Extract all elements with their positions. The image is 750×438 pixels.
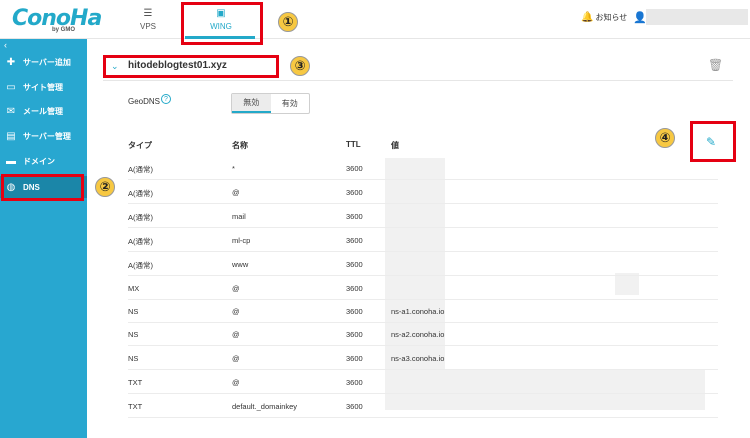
site-icon: ▭	[6, 81, 16, 93]
table-row[interactable]: NS @ 3600 ns-a3.conoha.io	[128, 346, 718, 370]
geodns-label: GeoDNS	[128, 97, 161, 106]
sidebar: ‹ ✚ サーバー追加 ▭ サイト管理 ✉ メール管理 ▤ サーバー管理 ▬ ドメ…	[0, 39, 87, 438]
cell-ttl: 3600	[346, 307, 363, 316]
table-row[interactable]: A(通常) * 3600	[128, 156, 718, 180]
table-row[interactable]: TXT default._domainkey 3600	[128, 394, 718, 418]
cell-name: @	[232, 188, 240, 197]
table-row[interactable]: A(通常) www 3600	[128, 252, 718, 276]
cell-ttl: 3600	[346, 164, 363, 173]
sidebar-item-label: サイト管理	[23, 82, 63, 92]
cell-name: @	[232, 284, 240, 293]
cell-type: TXT	[128, 378, 143, 387]
table-row[interactable]: A(通常) @ 3600	[128, 180, 718, 204]
highlight-domain	[103, 55, 279, 78]
sidebar-item-label: サーバー管理	[23, 131, 71, 141]
cell-type: NS	[128, 307, 139, 316]
cell-ttl: 3600	[346, 330, 363, 339]
step-badge-2: ②	[95, 177, 115, 197]
cell-ttl: 3600	[346, 260, 363, 269]
cell-value: ns-a2.conoha.io	[391, 330, 445, 339]
tab-vps[interactable]: ☰ VPS	[128, 0, 168, 39]
sidebar-item-label: メール管理	[23, 106, 63, 116]
pencil-icon[interactable]: ✎	[706, 135, 716, 149]
highlight-wing-tab	[181, 2, 263, 45]
user-name-redacted[interactable]	[646, 9, 748, 25]
cell-type: A(通常)	[128, 237, 153, 246]
cell-ttl: 3600	[346, 378, 363, 387]
cell-ttl: 3600	[346, 402, 363, 411]
cell-value: ns-a3.conoha.io	[391, 354, 445, 363]
sidebar-item-server-management[interactable]: ▤ サーバー管理	[0, 125, 87, 147]
column-header-ttl: TTL	[346, 140, 361, 149]
cell-ttl: 3600	[346, 212, 363, 221]
server-icon: ☰	[143, 8, 153, 19]
column-header-value: 値	[391, 141, 399, 150]
cell-name: www	[232, 260, 249, 269]
mail-icon: ✉	[6, 105, 16, 117]
step-badge-3: ③	[290, 56, 310, 76]
cell-type: A(通常)	[128, 213, 153, 222]
cell-name: *	[232, 164, 235, 173]
cell-name: @	[232, 330, 240, 339]
geodns-option-disabled[interactable]: 無効	[232, 94, 271, 113]
step-badge-4: ④	[655, 128, 675, 148]
sidebar-item-add-server[interactable]: ✚ サーバー追加	[0, 51, 87, 73]
help-icon[interactable]: ?	[161, 94, 171, 104]
server-manage-icon: ▤	[6, 130, 16, 142]
table-row[interactable]: A(通常) ml-cp 3600	[128, 228, 718, 252]
cell-type: TXT	[128, 402, 143, 411]
cell-type: A(通常)	[128, 261, 153, 270]
table-row[interactable]: NS @ 3600 ns-a1.conoha.io	[128, 299, 718, 323]
cell-value: ns-a1.conoha.io	[391, 307, 445, 316]
plus-icon: ✚	[6, 56, 16, 68]
user-icon[interactable]: 👤	[633, 11, 647, 24]
logo-subtext: by GMO	[52, 27, 76, 33]
geodns-toggle[interactable]: 無効 有効	[231, 93, 310, 114]
domain-icon: ▬	[6, 155, 16, 167]
cell-name: mail	[232, 212, 246, 221]
sidebar-item-site-management[interactable]: ▭ サイト管理	[0, 76, 87, 98]
cell-name: @	[232, 354, 240, 363]
sidebar-item-domain[interactable]: ▬ ドメイン	[0, 150, 87, 172]
cell-type: NS	[128, 354, 139, 363]
column-header-type: タイプ	[128, 141, 152, 150]
top-header: ConoHa by GMO ☰ VPS ▣ WING 🔔 お知らせ 👤	[0, 0, 750, 39]
cell-ttl: 3600	[346, 284, 363, 293]
trash-icon[interactable]: 🗑	[708, 58, 723, 72]
table-row[interactable]: NS @ 3600 ns-a2.conoha.io	[128, 322, 718, 346]
cell-ttl: 3600	[346, 236, 363, 245]
conoha-logo[interactable]: ConoHa by GMO	[12, 6, 102, 36]
table-row[interactable]: MX @ 3600	[128, 276, 718, 300]
cell-type: NS	[128, 330, 139, 339]
step-badge-1: ①	[278, 12, 298, 32]
cell-type: A(通常)	[128, 189, 153, 198]
cell-name: default._domainkey	[232, 402, 298, 411]
sidebar-item-label: サーバー追加	[23, 57, 71, 67]
cell-name: @	[232, 378, 240, 387]
collapse-sidebar-icon[interactable]: ‹	[4, 40, 7, 50]
sidebar-item-mail-management[interactable]: ✉ メール管理	[0, 100, 87, 122]
cell-type: MX	[128, 284, 140, 293]
table-row[interactable]: TXT @ 3600	[128, 370, 718, 394]
column-header-name: 名称	[232, 141, 248, 150]
geodns-option-enabled[interactable]: 有効	[271, 94, 310, 113]
table-row[interactable]: A(通常) mail 3600	[128, 204, 718, 228]
cell-ttl: 3600	[346, 354, 363, 363]
notifications-link[interactable]: 🔔 お知らせ	[581, 12, 627, 23]
cell-name: @	[232, 307, 240, 316]
divider	[103, 80, 733, 81]
tab-vps-label: VPS	[139, 22, 156, 31]
sidebar-item-label: ドメイン	[23, 156, 55, 166]
cell-type: A(通常)	[128, 165, 153, 174]
bell-icon: 🔔	[581, 12, 594, 23]
cell-name: ml-cp	[232, 236, 251, 245]
highlight-dns-item	[1, 174, 84, 201]
notifications-label: お知らせ	[595, 13, 628, 22]
cell-ttl: 3600	[346, 188, 363, 197]
